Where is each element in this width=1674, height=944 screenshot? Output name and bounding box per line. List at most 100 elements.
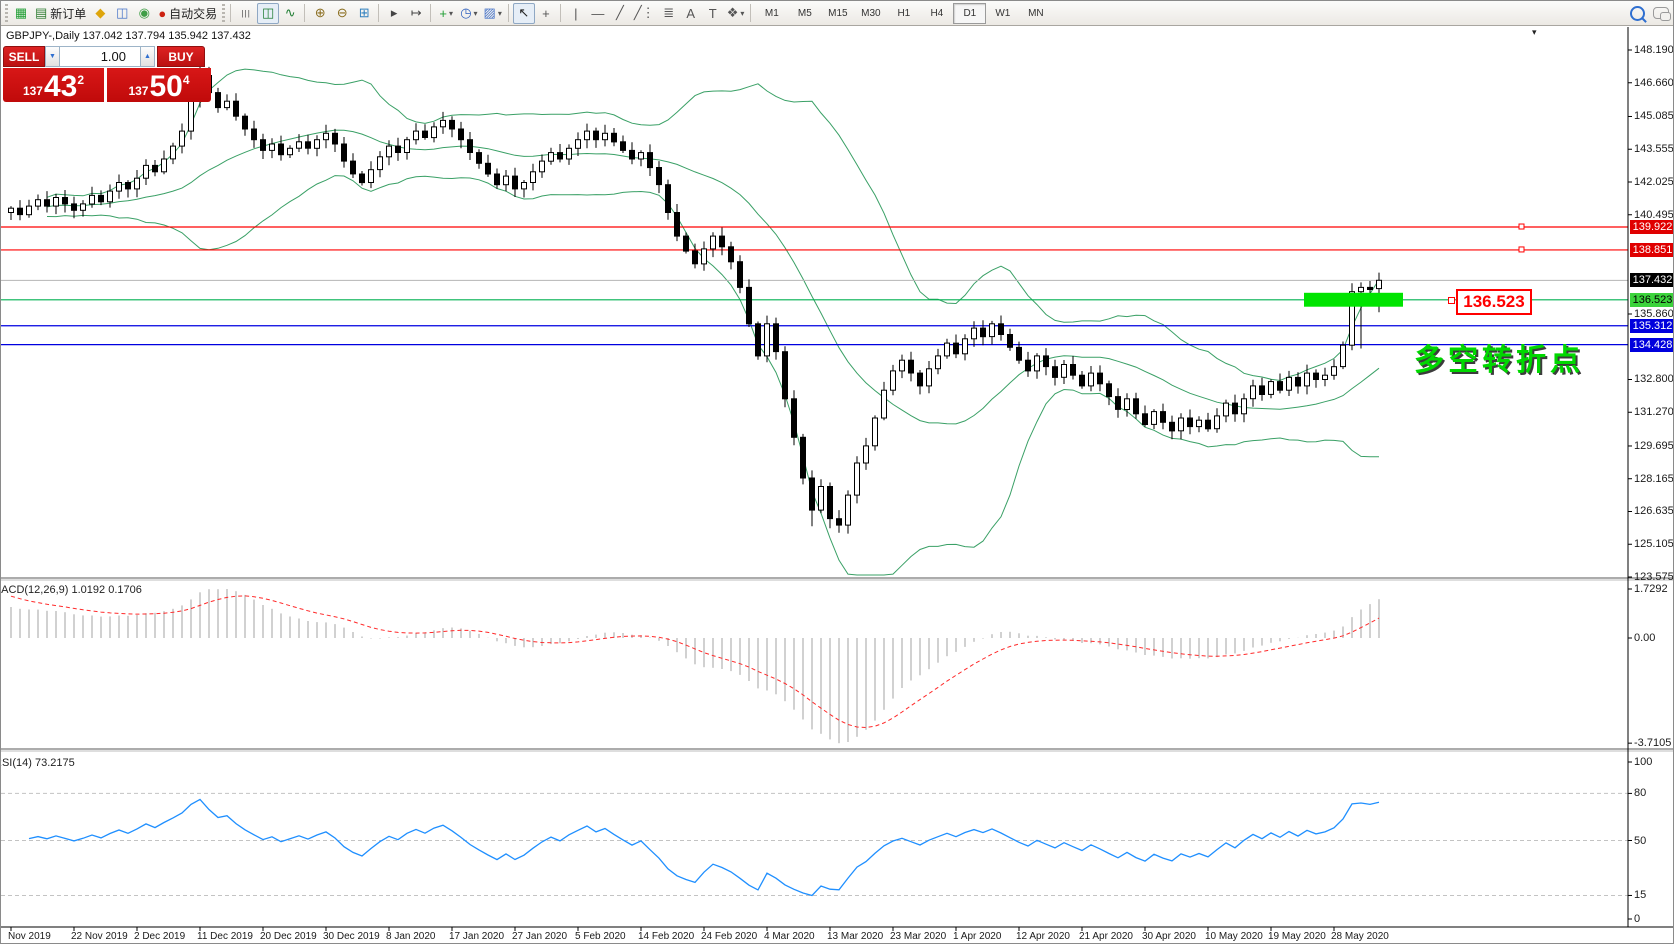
fibonacci-icon: ≣ [663, 5, 674, 21]
zoom-in-icon: ⊕ [315, 5, 326, 21]
autotrading-button[interactable]: ●自动交易 [155, 3, 220, 24]
rsi-indicator-label: RSI(14) 73.2175 [0, 757, 75, 769]
text-label-icon[interactable]: T [702, 3, 724, 24]
price-badge-134.428: 134.428 [1630, 338, 1674, 352]
date-tick-label: 24 Feb 2020 [701, 931, 757, 942]
date-tick-label: 20 Dec 2019 [260, 931, 317, 942]
callout-anchor-handle[interactable] [1448, 297, 1455, 304]
buy-button[interactable]: BUY [157, 46, 205, 67]
timeframe-m15[interactable]: M15 [821, 3, 854, 24]
date-tick-label: 12 Apr 2020 [1016, 931, 1070, 942]
arrows-icon[interactable]: ❖▾ [724, 3, 748, 24]
line-chart-icon[interactable]: ∿ [279, 3, 301, 24]
profile-icon: ◫ [116, 5, 128, 21]
price-tick-label: 140.495 [1634, 209, 1674, 221]
sell-price-sup: 2 [77, 73, 84, 87]
timeframe-m30[interactable]: M30 [854, 3, 887, 24]
cursor-icon[interactable]: ↖ [513, 3, 535, 24]
timeframe-h4[interactable]: H4 [920, 3, 953, 24]
bar-chart-icon: ||| [242, 9, 251, 18]
funnel-icon: ◆ [95, 5, 105, 21]
sell-price-panel[interactable]: 137 43 2 [3, 68, 104, 102]
vertical-line-icon[interactable]: | [565, 3, 587, 24]
macd-axis-label: -3.7105 [1634, 737, 1671, 749]
timeframe-h1[interactable]: H1 [887, 3, 920, 24]
main-toolbar: ▦▤新订单◆◫◉●自动交易|||◫∿⊕⊖⊞▸↦+▾◷▾▨▾↖+|—╱╱⋮≣AT❖… [1, 1, 1674, 26]
horizontal-line-icon[interactable]: — [587, 3, 609, 24]
chat-icon[interactable] [1653, 7, 1669, 19]
templates-button[interactable]: ▨▾ [481, 3, 505, 24]
auto-scroll-icon[interactable]: ▸ [383, 3, 405, 24]
date-tick-label: Nov 2019 [8, 931, 51, 942]
text-icon[interactable]: A [680, 3, 702, 24]
toolbar-grip [222, 4, 225, 22]
tile-windows-icon[interactable]: ⊞ [353, 3, 375, 24]
bar-chart-icon[interactable]: ||| [235, 3, 257, 24]
chevron-down-icon: ▾ [498, 9, 502, 18]
periods-button[interactable]: ◷▾ [457, 3, 480, 24]
search-icon[interactable] [1630, 6, 1645, 21]
timeframe-m5[interactable]: M5 [788, 3, 821, 24]
rsi-axis-label: 15 [1634, 889, 1646, 901]
mt4-window: ▦▤新订单◆◫◉●自动交易|||◫∿⊕⊖⊞▸↦+▾◷▾▨▾↖+|—╱╱⋮≣AT❖… [0, 0, 1674, 944]
zoom-in-icon[interactable]: ⊕ [309, 3, 331, 24]
date-tick-label: 2 Dec 2019 [134, 931, 185, 942]
date-tick-label: 17 Jan 2020 [449, 931, 504, 942]
app-icon[interactable]: ▦ [10, 3, 32, 24]
periods-icon: ◷ [460, 5, 471, 21]
timeframe-w1[interactable]: W1 [986, 3, 1019, 24]
profile-icon[interactable]: ◫ [111, 3, 133, 24]
trendline-icon[interactable]: ╱ [609, 3, 631, 24]
price-callout-label[interactable]: 136.523 [1456, 289, 1532, 315]
line-handle[interactable] [1519, 224, 1524, 229]
text-icon: A [686, 6, 695, 21]
new-order-icon: ▤ [35, 5, 47, 21]
date-tick-label: 11 Dec 2019 [197, 931, 253, 942]
chart-shift-icon[interactable]: ↦ [405, 3, 427, 24]
rsi-axis-label: 100 [1634, 756, 1652, 768]
candlestick-chart-icon[interactable]: ◫ [257, 3, 279, 24]
date-tick-label: 1 Apr 2020 [953, 931, 1001, 942]
rsi-axis-label: 80 [1634, 787, 1646, 799]
price-badge-138.851: 138.851 [1630, 243, 1674, 257]
zoom-out-icon[interactable]: ⊖ [331, 3, 353, 24]
indicators-button[interactable]: +▾ [435, 3, 457, 24]
date-tick-label: 28 May 2020 [1331, 931, 1389, 942]
timeframe-d1[interactable]: D1 [953, 3, 986, 24]
buy-price-prefix: 137 [128, 84, 148, 98]
line-handle[interactable] [1519, 247, 1524, 252]
line-chart-icon: ∿ [285, 5, 296, 21]
price-tick-label: 146.660 [1634, 77, 1674, 89]
timeframe-mn[interactable]: MN [1019, 3, 1052, 24]
sell-button[interactable]: SELL [3, 46, 45, 67]
turning-point-annotation[interactable]: 多空转折点 [1414, 335, 1584, 379]
fibonacci-icon[interactable]: ≣ [658, 3, 680, 24]
crosshair-icon[interactable]: + [535, 3, 557, 24]
price-chart-canvas[interactable] [1, 26, 1674, 944]
cursor-icon: ↖ [518, 5, 529, 21]
volume-input[interactable]: 1.00 [60, 46, 140, 67]
price-tick-label: 132.800 [1634, 373, 1674, 385]
signal-icon[interactable]: ◉ [133, 3, 155, 24]
buy-price-panel[interactable]: 137 50 4 [107, 68, 211, 102]
toolbar-grip [5, 4, 8, 22]
toolbar-separator [301, 3, 309, 23]
funnel-icon[interactable]: ◆ [89, 3, 111, 24]
volume-decrease-button[interactable]: ▼ [45, 46, 60, 67]
highlight-zone-rect[interactable] [1304, 293, 1403, 307]
equidistant-channel-icon[interactable]: ╱⋮ [631, 3, 658, 24]
price-tick-label: 143.555 [1634, 143, 1674, 155]
candles-group [9, 55, 1382, 533]
date-tick-label: 4 Mar 2020 [764, 931, 815, 942]
timeframe-m1[interactable]: M1 [755, 3, 788, 24]
toolbar-separator [557, 3, 565, 23]
toolbar-separator [227, 3, 235, 23]
toolbar-separator [427, 3, 435, 23]
macd-axis-label: 0.00 [1634, 632, 1655, 644]
app-icon: ▦ [15, 5, 27, 21]
templates-icon: ▨ [484, 5, 496, 21]
chart-surface[interactable]: GBPJPY-,Daily 137.042 137.794 135.942 13… [1, 26, 1674, 944]
volume-increase-button[interactable]: ▲ [140, 46, 155, 67]
price-tick-label: 145.085 [1634, 110, 1674, 122]
new-order-button[interactable]: ▤新订单 [32, 3, 89, 24]
